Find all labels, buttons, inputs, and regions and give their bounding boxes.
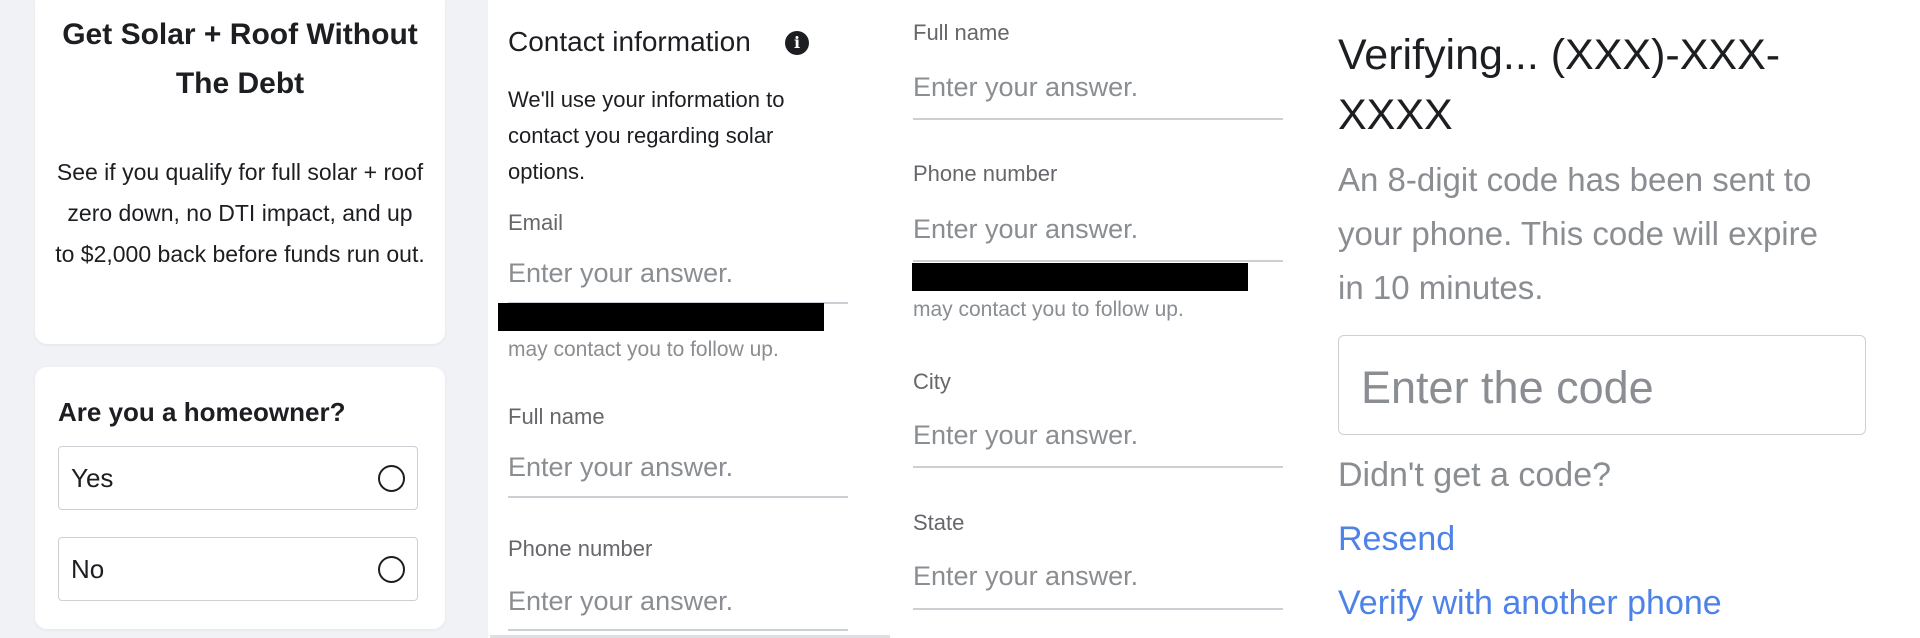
full-name-underline — [913, 118, 1283, 120]
code-input-placeholder: Enter the code — [1361, 362, 1654, 413]
full-name-underline — [508, 496, 848, 498]
state-underline — [913, 608, 1283, 610]
option-no[interactable]: No — [58, 537, 418, 601]
state-field[interactable]: Enter your answer. — [913, 561, 1138, 592]
redacted-text — [498, 303, 824, 331]
email-field[interactable]: Enter your answer. — [508, 258, 733, 289]
verifying-title: Verifying... (XXX)-XXX-XXXX — [1338, 31, 1781, 139]
city-underline — [913, 466, 1283, 468]
option-yes-label: Yes — [71, 463, 114, 493]
verify-another-phone-link[interactable]: Verify with another phone — [1338, 584, 1722, 623]
follow-up-note: may contact you to follow up. — [508, 338, 779, 361]
phone-label: Phone number — [913, 161, 1058, 186]
radio-icon[interactable] — [378, 465, 405, 492]
phone-underline — [508, 629, 848, 631]
full-name-label: Full name — [913, 20, 1010, 45]
option-no-label: No — [71, 554, 105, 584]
code-input[interactable]: Enter the code — [1338, 335, 1866, 435]
contact-form-panel-continued: Full name Enter your answer. Phone numbe… — [895, 0, 1295, 638]
no-code-text: Didn't get a code? — [1338, 456, 1612, 494]
verification-description: An 8-digit code has been sent to your ph… — [1338, 161, 1818, 306]
contact-info-title: Contact information — [508, 26, 751, 57]
resend-link[interactable]: Resend — [1338, 520, 1455, 559]
city-field[interactable]: Enter your answer. — [913, 420, 1138, 451]
follow-up-note: may contact you to follow up. — [913, 298, 1184, 321]
phone-underline — [913, 260, 1283, 262]
homeowner-question: Are you a homeowner? — [58, 397, 346, 427]
phone-field[interactable]: Enter your answer. — [913, 214, 1138, 245]
full-name-field[interactable]: Enter your answer. — [913, 72, 1138, 103]
full-name-label: Full name — [508, 404, 605, 429]
promo-body: See if you qualify for full solar + roof… — [55, 159, 425, 267]
homeowner-question-card: Are you a homeowner? Yes No — [35, 367, 445, 629]
contact-form-panel: Contact information i We'll use your inf… — [490, 0, 890, 638]
state-label: State — [913, 510, 965, 535]
phone-label: Phone number — [508, 536, 653, 561]
contact-info-description: We'll use your information to contact yo… — [508, 87, 785, 184]
city-label: City — [913, 369, 951, 394]
radio-icon[interactable] — [378, 556, 405, 583]
option-yes[interactable]: Yes — [58, 446, 418, 510]
promo-panel: Get Solar + Roof Without The Debt See if… — [0, 0, 488, 638]
promo-card: Get Solar + Roof Without The Debt See if… — [35, 0, 445, 344]
email-label: Email — [508, 210, 564, 235]
promo-title: Get Solar + Roof Without The Debt — [62, 18, 418, 100]
phone-field[interactable]: Enter your answer. — [508, 586, 733, 617]
full-name-field[interactable]: Enter your answer. — [508, 452, 733, 483]
redacted-text — [912, 263, 1248, 291]
verification-panel: Verifying... (XXX)-XXX-XXXX An 8-digit c… — [1320, 0, 1920, 638]
info-icon[interactable]: i — [785, 31, 809, 55]
